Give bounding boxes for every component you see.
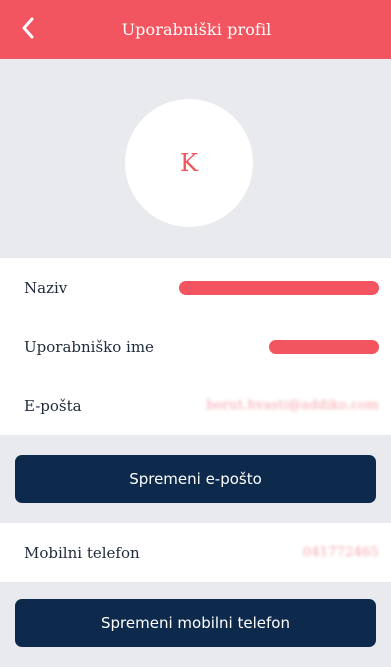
- avatar-initial: K: [180, 149, 198, 177]
- mobile-button-zone: Spremeni mobilni telefon: [0, 582, 391, 667]
- back-button[interactable]: [14, 14, 42, 42]
- mobile-label: Mobilni telefon: [24, 543, 140, 562]
- email-button-zone: Spremeni e-pošto: [0, 435, 391, 523]
- avatar-area: K: [0, 59, 391, 258]
- chevron-left-icon: [22, 17, 34, 39]
- mobile-card: Mobilni telefon 041772465: [0, 523, 391, 582]
- field-row-naziv: Naziv: [0, 258, 391, 317]
- field-row-username: Uporabniško ime: [0, 317, 391, 376]
- app-header: Uporabniški profil: [0, 0, 391, 59]
- naziv-label: Naziv: [24, 278, 68, 297]
- naziv-value-redacted: [179, 280, 379, 295]
- mobile-value: 041772465: [302, 545, 379, 560]
- email-value: borut.hvasti@addiko.com: [206, 398, 379, 413]
- field-row-email: E-pošta borut.hvasti@addiko.com: [0, 376, 391, 435]
- change-mobile-button[interactable]: Spremeni mobilni telefon: [15, 599, 376, 647]
- change-email-button[interactable]: Spremeni e-pošto: [15, 455, 376, 503]
- email-label: E-pošta: [24, 396, 82, 415]
- username-label: Uporabniško ime: [24, 337, 154, 356]
- username-value-redacted: [269, 339, 379, 354]
- avatar[interactable]: K: [125, 99, 253, 227]
- page-title: Uporabniški profil: [121, 20, 272, 39]
- field-row-mobile: Mobilni telefon 041772465: [0, 523, 391, 582]
- profile-info-card: Naziv Uporabniško ime E-pošta borut.hvas…: [0, 258, 391, 435]
